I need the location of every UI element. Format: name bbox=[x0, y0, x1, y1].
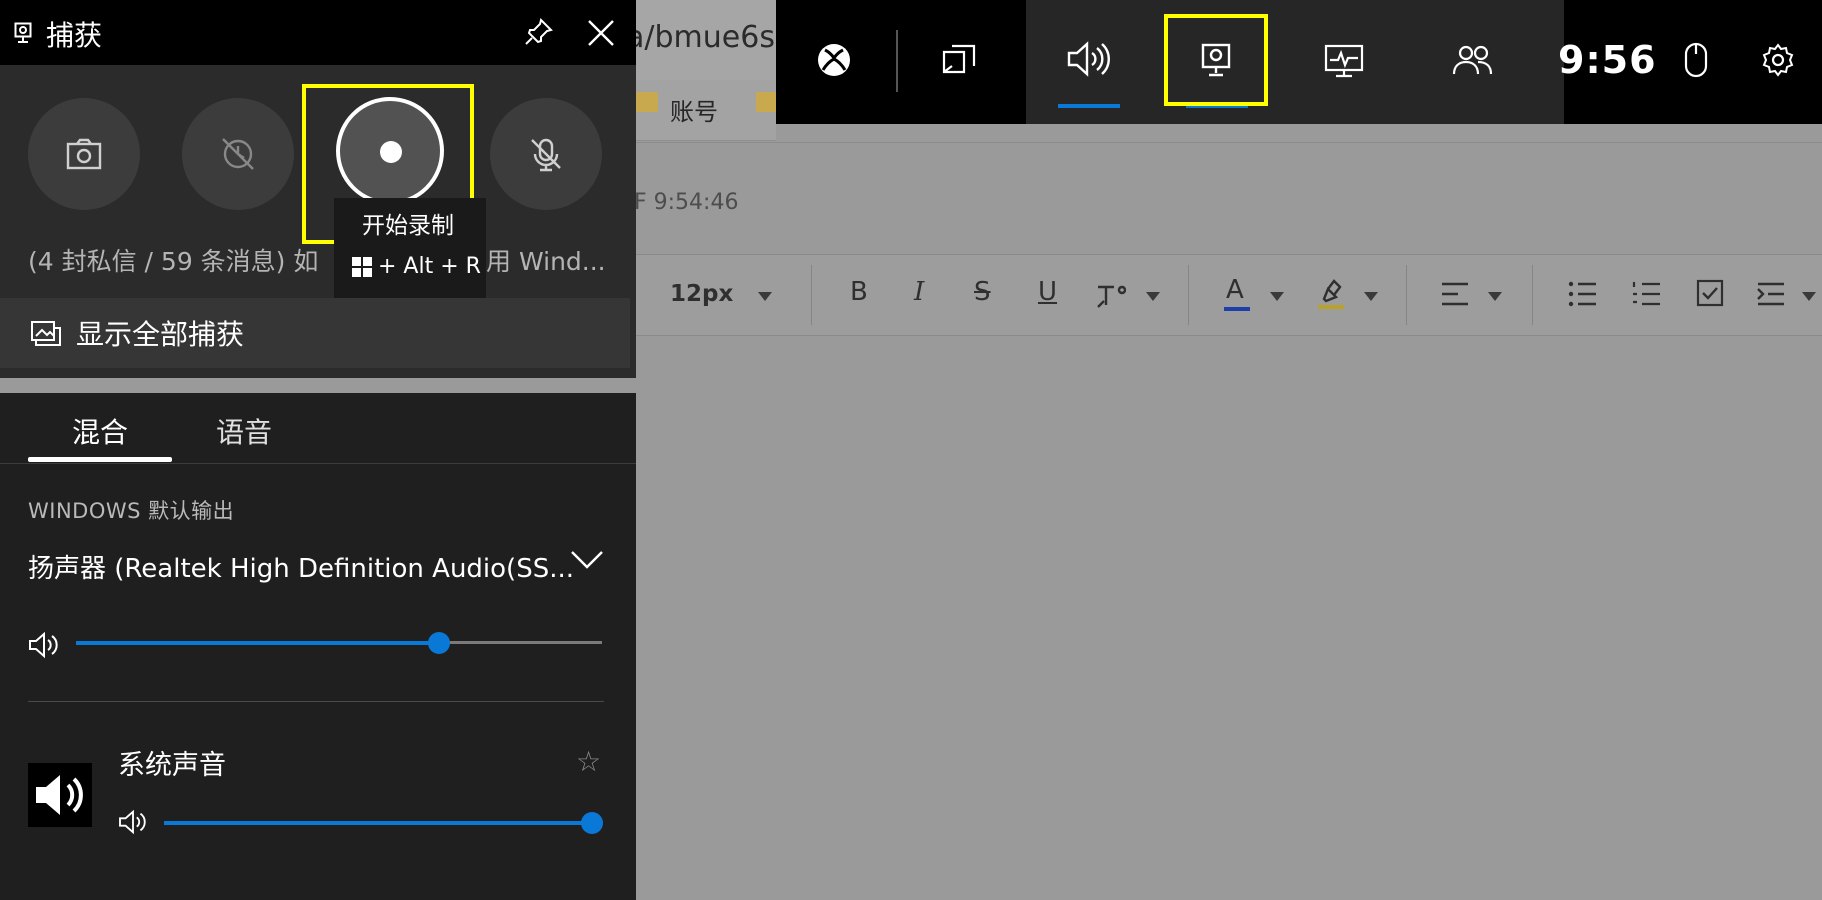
app-name: 系统声音 bbox=[118, 750, 226, 781]
capture-window-info: (4 封私信 / 59 条消息) 如 bbox=[28, 247, 319, 276]
record-tooltip: 开始录制 + Alt + R bbox=[334, 198, 486, 302]
tooltip-title: 开始录制 bbox=[362, 213, 454, 239]
divider bbox=[28, 701, 604, 702]
speaker-icon[interactable] bbox=[118, 809, 148, 835]
active-tab-indicator bbox=[28, 457, 172, 462]
close-icon[interactable] bbox=[586, 18, 616, 48]
widget-menu-icon[interactable] bbox=[938, 42, 978, 78]
pin-icon[interactable] bbox=[524, 17, 554, 47]
show-all-label: 显示全部捕获 bbox=[76, 318, 245, 351]
url-text: a/bmue6s bbox=[626, 20, 775, 55]
app-volume-slider[interactable] bbox=[581, 812, 603, 834]
microphone-toggle-button[interactable] bbox=[490, 98, 602, 210]
bullet-list-icon[interactable] bbox=[1568, 281, 1598, 307]
speaker-icon[interactable] bbox=[28, 631, 60, 659]
record-last-disabled-icon bbox=[222, 138, 254, 170]
font-size-select[interactable]: 12px bbox=[670, 281, 733, 307]
performance-icon[interactable] bbox=[1324, 44, 1364, 78]
text-color-swatch bbox=[1224, 307, 1250, 311]
capture-title: 捕获 bbox=[46, 19, 103, 52]
xbox-icon[interactable] bbox=[816, 42, 852, 78]
folder-icon bbox=[756, 92, 778, 112]
screenshot-button[interactable] bbox=[28, 98, 140, 210]
camera-icon bbox=[66, 138, 102, 170]
favorite-star-icon[interactable]: ☆ bbox=[576, 745, 601, 778]
tab-voice[interactable]: 语音 bbox=[216, 411, 272, 451]
app-volume-fill bbox=[164, 821, 592, 825]
settings-icon[interactable] bbox=[1760, 42, 1796, 78]
divider bbox=[0, 463, 636, 464]
capture-widget: 捕获 (4 封私信 / 59 条消息) 如 用 Wind... 开始录制 + A… bbox=[0, 0, 636, 378]
checkbox-list-icon[interactable] bbox=[1696, 279, 1724, 307]
strikethrough-button[interactable]: S bbox=[974, 277, 991, 307]
shortcut-keys: + Alt + R bbox=[378, 254, 481, 279]
audio-icon[interactable] bbox=[1066, 40, 1110, 78]
capture-highlight-box bbox=[1164, 14, 1268, 106]
clock: 9:56 bbox=[1558, 38, 1657, 82]
master-volume-slider[interactable] bbox=[428, 632, 450, 654]
output-section-label: WINDOWS 默认输出 bbox=[28, 499, 235, 523]
master-volume-fill bbox=[76, 641, 439, 645]
output-device-select[interactable]: 扬声器 (Realtek High Definition Audio(SS... bbox=[28, 548, 574, 585]
social-icon[interactable] bbox=[1452, 44, 1494, 76]
underline-button[interactable]: U bbox=[1038, 277, 1057, 307]
chevron-down-icon[interactable] bbox=[1364, 292, 1378, 301]
numbered-list-icon[interactable] bbox=[1632, 281, 1662, 307]
divider bbox=[1406, 265, 1407, 325]
mic-off-icon bbox=[531, 138, 561, 172]
chevron-down-icon[interactable] bbox=[570, 549, 604, 571]
timestamp: F 9:54:46 bbox=[634, 190, 739, 215]
divider bbox=[896, 30, 898, 92]
tab-mix[interactable]: 混合 bbox=[72, 411, 128, 451]
italic-button[interactable]: I bbox=[914, 277, 924, 307]
highlighter-icon[interactable] bbox=[1316, 277, 1346, 309]
speaker-large-icon bbox=[36, 775, 83, 815]
chevron-down-icon[interactable] bbox=[758, 292, 772, 301]
audio-widget: 混合 语音 WINDOWS 默认输出 扬声器 (Realtek High Def… bbox=[0, 393, 636, 900]
align-left-icon[interactable] bbox=[1440, 281, 1470, 307]
capture-header: 捕获 bbox=[0, 0, 636, 65]
gallery-icon bbox=[31, 321, 61, 346]
capture-widget-icon bbox=[14, 22, 32, 43]
editor-toolbar: 12px B I S U A bbox=[636, 254, 1822, 336]
divider bbox=[1532, 265, 1533, 325]
folder-icon bbox=[636, 92, 658, 112]
game-bar: 9:56 bbox=[776, 0, 1822, 124]
chevron-down-icon[interactable] bbox=[1488, 292, 1502, 301]
show-all-captures-button[interactable]: 显示全部捕获 bbox=[0, 298, 630, 368]
chevron-down-icon[interactable] bbox=[1270, 292, 1284, 301]
text-color-button[interactable]: A bbox=[1226, 275, 1244, 305]
windows-key-icon bbox=[352, 256, 372, 277]
record-last-button[interactable] bbox=[182, 98, 294, 210]
capture-window-info-tail: 用 Wind... bbox=[486, 247, 606, 276]
divider bbox=[811, 265, 812, 325]
bookmark-item[interactable]: 账号 bbox=[670, 92, 718, 127]
system-sounds-app-icon bbox=[28, 763, 92, 827]
mouse-icon[interactable] bbox=[1684, 42, 1708, 78]
chevron-down-icon[interactable] bbox=[1146, 292, 1160, 301]
chevron-down-icon[interactable] bbox=[1802, 292, 1816, 301]
divider bbox=[1188, 265, 1189, 325]
tooltip-shortcut: + Alt + R bbox=[352, 254, 481, 279]
text-format-icon[interactable] bbox=[1094, 279, 1126, 311]
divider bbox=[636, 142, 1822, 143]
indent-icon[interactable] bbox=[1756, 281, 1786, 307]
bold-button[interactable]: B bbox=[850, 277, 868, 307]
active-widget-indicator bbox=[1058, 104, 1120, 108]
